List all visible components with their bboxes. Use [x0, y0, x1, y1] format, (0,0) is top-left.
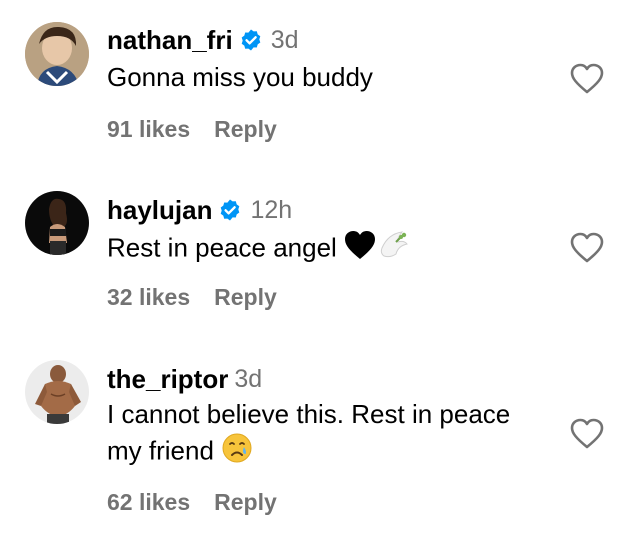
avatar[interactable]: [25, 191, 89, 255]
crying-face-icon: [221, 432, 253, 473]
comment-header: the_riptor 3d: [107, 364, 262, 394]
likes-count[interactable]: 91 likes: [107, 116, 190, 142]
username[interactable]: the_riptor: [107, 364, 228, 394]
comment-meta: 91 likes Reply: [107, 116, 277, 143]
reply-button[interactable]: Reply: [214, 116, 277, 142]
timestamp[interactable]: 3d: [234, 365, 262, 393]
black-heart-dove-icon: [345, 231, 408, 259]
reply-button[interactable]: Reply: [214, 489, 277, 515]
verified-badge-icon: [241, 29, 260, 51]
avatar[interactable]: [25, 22, 89, 86]
heart-outline-icon[interactable]: [570, 232, 604, 264]
comment-text-line-1: I cannot believe this. Rest in peace: [107, 399, 511, 429]
username[interactable]: haylujan: [107, 195, 212, 225]
comment-text-line-2: my friend: [107, 432, 562, 473]
timestamp[interactable]: 12h: [250, 196, 292, 224]
comment-meta: 62 likes Reply: [107, 489, 277, 516]
comment-header: haylujan 12h: [107, 195, 292, 225]
avatar[interactable]: [25, 360, 89, 424]
comment-meta: 32 likes Reply: [107, 284, 277, 311]
verified-badge-icon: [221, 199, 240, 221]
comment-text-body: my friend: [107, 435, 214, 466]
emoji-heart-dove: [344, 228, 410, 271]
comment-text: Rest in peace angel: [107, 228, 562, 271]
comment-header: nathan_fri 3d: [107, 25, 299, 55]
heart-outline-icon[interactable]: [570, 63, 604, 95]
username[interactable]: nathan_fri: [107, 25, 233, 55]
likes-count[interactable]: 62 likes: [107, 489, 190, 515]
likes-count[interactable]: 32 likes: [107, 284, 190, 310]
reply-button[interactable]: Reply: [214, 284, 277, 310]
heart-outline-icon[interactable]: [570, 418, 604, 450]
timestamp[interactable]: 3d: [271, 26, 299, 54]
comment-text: Gonna miss you buddy: [107, 62, 373, 92]
comment-text: I cannot believe this. Rest in peace my …: [107, 396, 562, 473]
comment-text-body: Rest in peace angel: [107, 232, 337, 263]
